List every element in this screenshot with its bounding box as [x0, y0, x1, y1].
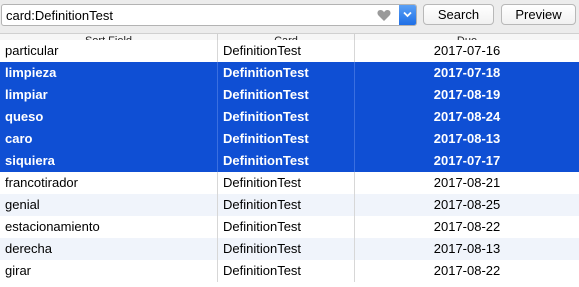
card-cell: DefinitionTest: [218, 216, 355, 238]
table-row[interactable]: francotirador DefinitionTest 2017-08-21: [0, 172, 579, 194]
table-row[interactable]: derecha DefinitionTest 2017-08-13: [0, 238, 579, 260]
due-cell: 2017-08-25: [433, 197, 501, 212]
sort-field-cell: limpieza: [0, 62, 218, 84]
sort-field-cell: derecha: [0, 238, 218, 260]
due-cell: 2017-08-13: [433, 131, 501, 146]
card-cell: DefinitionTest: [218, 40, 355, 62]
sort-field-cell: caro: [0, 128, 218, 150]
due-cell: 2017-07-16: [433, 43, 501, 58]
table-row[interactable]: estacionamiento DefinitionTest 2017-08-22: [0, 216, 579, 238]
card-cell: DefinitionTest: [218, 150, 355, 172]
card-cell: DefinitionTest: [218, 238, 355, 260]
table-row[interactable]: queso DefinitionTest 2017-08-24: [0, 106, 579, 128]
due-cell: 2017-07-17: [433, 153, 501, 168]
table-row[interactable]: caro DefinitionTest 2017-08-13: [0, 128, 579, 150]
sort-field-cell: particular: [0, 40, 218, 62]
sort-field-cell: genial: [0, 194, 218, 216]
sort-field-cell: girar: [0, 260, 218, 282]
table-row[interactable]: limpieza DefinitionTest 2017-07-18: [0, 62, 579, 84]
card-cell: DefinitionTest: [218, 260, 355, 282]
table-row[interactable]: genial DefinitionTest 2017-08-25: [0, 194, 579, 216]
preview-button[interactable]: Preview: [501, 4, 576, 25]
due-cell: 2017-08-22: [433, 263, 501, 278]
toolbar: Search Preview: [0, 0, 579, 33]
due-cell: 2017-08-19: [433, 87, 501, 102]
search-input[interactable]: [6, 6, 366, 24]
card-cell: DefinitionTest: [218, 106, 355, 128]
card-cell: DefinitionTest: [218, 194, 355, 216]
sort-field-cell: francotirador: [0, 172, 218, 194]
due-cell: 2017-08-21: [433, 175, 501, 190]
due-cell: 2017-08-13: [433, 241, 501, 256]
dropdown-button[interactable]: [399, 5, 416, 25]
card-cell: DefinitionTest: [218, 84, 355, 106]
table-row[interactable]: particular DefinitionTest 2017-07-16: [0, 40, 579, 62]
table-row[interactable]: limpiar DefinitionTest 2017-08-19: [0, 84, 579, 106]
table-row[interactable]: siquiera DefinitionTest 2017-07-17: [0, 150, 579, 172]
search-button[interactable]: Search: [423, 4, 494, 25]
due-cell: 2017-07-18: [433, 65, 501, 80]
due-cell: 2017-08-22: [433, 219, 501, 234]
sort-field-cell: queso: [0, 106, 218, 128]
card-cell: DefinitionTest: [218, 62, 355, 84]
sort-field-cell: siquiera: [0, 150, 218, 172]
card-cell: DefinitionTest: [218, 172, 355, 194]
chevron-down-icon: [403, 11, 412, 18]
cards-table: Sort Field Card Due particularDefinition…: [0, 33, 579, 287]
card-cell: DefinitionTest: [218, 128, 355, 150]
table-row[interactable]: girar DefinitionTest 2017-08-22: [0, 260, 579, 282]
search-combobox[interactable]: [1, 4, 417, 26]
sort-field-cell: limpiar: [0, 84, 218, 106]
heart-icon[interactable]: [377, 9, 391, 22]
due-cell: 2017-08-24: [433, 109, 501, 124]
sort-field-cell: estacionamiento: [0, 216, 218, 238]
